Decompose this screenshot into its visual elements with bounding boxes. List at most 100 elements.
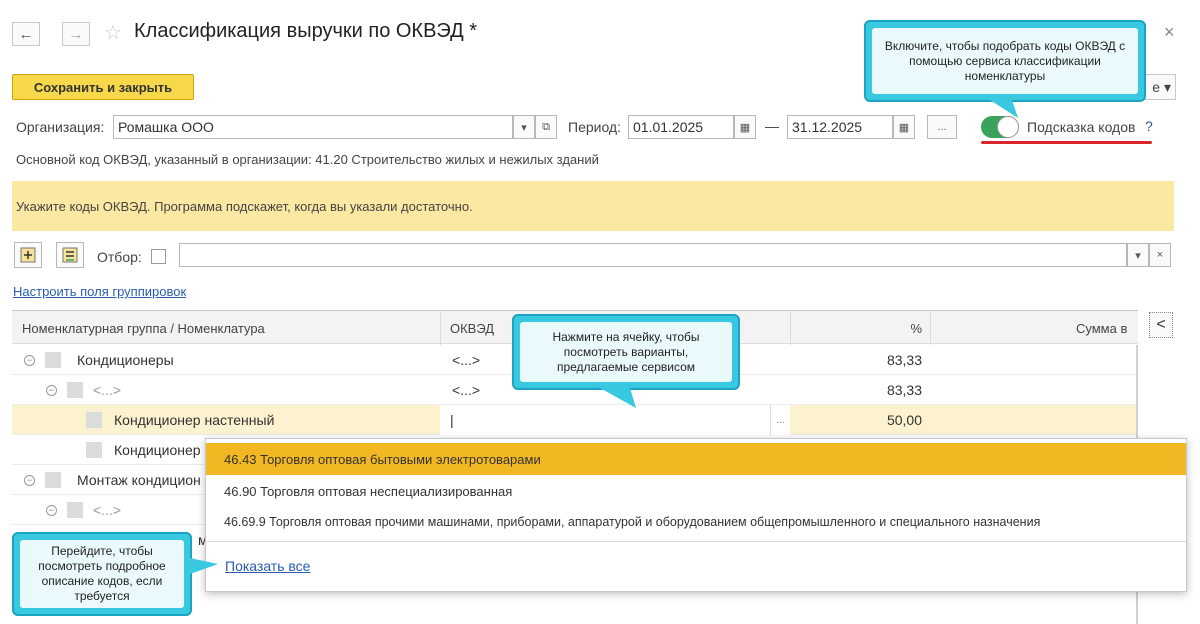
row-name: Кондиционер настенный bbox=[114, 412, 275, 428]
suggestion-item[interactable]: 46.90 Торговля оптовая неспециализирован… bbox=[206, 475, 1186, 507]
clear-icon: × bbox=[1156, 249, 1164, 261]
column-divider bbox=[440, 311, 441, 345]
ellipsis-icon: ... bbox=[776, 414, 785, 426]
row-label: − <...> bbox=[46, 375, 121, 405]
organization-value: Ромашка ООО bbox=[118, 119, 214, 135]
toggle-tooltip: Включите, чтобы подобрать коды ОКВЭД с п… bbox=[864, 20, 1146, 102]
period-dash: — bbox=[765, 118, 779, 134]
link-tooltip-text: Перейдите, чтобы посмотреть подробное оп… bbox=[20, 540, 184, 608]
ellipsis-icon: ... bbox=[937, 121, 947, 133]
arrow-right-icon: → bbox=[68, 25, 84, 43]
collapse-node-icon[interactable]: − bbox=[46, 504, 57, 516]
filter-checkbox[interactable] bbox=[151, 249, 166, 264]
filter-label: Отбор: bbox=[97, 249, 142, 265]
filter-input[interactable] bbox=[179, 243, 1127, 267]
close-icon[interactable]: × bbox=[1164, 22, 1175, 43]
calendar-from-button[interactable]: ▦ bbox=[734, 115, 756, 139]
link-tooltip: Перейдите, чтобы посмотреть подробное оп… bbox=[12, 532, 192, 616]
row-label: − Кондиционеры bbox=[24, 345, 174, 375]
save-and-close-button[interactable]: Сохранить и закрыть bbox=[12, 74, 194, 100]
toggle-red-underline bbox=[981, 141, 1152, 144]
organization-label: Организация: bbox=[16, 119, 105, 135]
toggle-tooltip-text: Включите, чтобы подобрать коды ОКВЭД с п… bbox=[872, 28, 1138, 94]
cell-tooltip: Нажмите на ячейку, чтобы посмотреть вари… bbox=[512, 314, 740, 390]
column-divider bbox=[930, 311, 931, 345]
period-to-field[interactable]: 31.12.2025 bbox=[787, 115, 893, 139]
column-divider bbox=[790, 311, 791, 345]
chevron-down-icon: ▾ bbox=[1135, 249, 1141, 262]
main-okved-text: Основной код ОКВЭД, указанный в организа… bbox=[16, 152, 599, 167]
toggle-tooltip-pointer bbox=[990, 100, 1018, 118]
back-button[interactable]: ← bbox=[12, 22, 40, 46]
row-name: Монтаж кондицион bbox=[77, 472, 201, 488]
page-title: Классификация выручки по ОКВЭД * bbox=[134, 20, 478, 42]
row-label: − Монтаж кондицион bbox=[24, 465, 201, 495]
column-header-okved[interactable]: ОКВЭД bbox=[450, 311, 494, 345]
expand-tree-icon bbox=[20, 247, 36, 263]
row-name: Кондиционер bbox=[114, 442, 201, 458]
chevron-left-icon: < bbox=[1156, 316, 1166, 333]
period-from-value: 01.01.2025 bbox=[633, 119, 704, 135]
dropdown-divider bbox=[206, 541, 1186, 542]
row-name: <...> bbox=[93, 382, 122, 398]
info-banner: Укажите коды ОКВЭД. Программа подскажет,… bbox=[12, 181, 1174, 231]
column-header-sum[interactable]: Сумма в bbox=[1076, 311, 1127, 345]
group-icon bbox=[67, 382, 83, 398]
row-okved[interactable]: <...> bbox=[452, 375, 480, 405]
row-name: <...> bbox=[93, 502, 122, 518]
favorite-star-icon[interactable]: ☆ bbox=[104, 20, 122, 45]
row-label: Кондиционер bbox=[86, 435, 201, 465]
forward-button[interactable]: → bbox=[62, 22, 90, 46]
organization-dropdown-button[interactable]: ▾ bbox=[513, 115, 535, 139]
item-icon bbox=[86, 412, 102, 428]
filter-clear-button[interactable]: × bbox=[1149, 243, 1171, 267]
row-percent: 50,00 bbox=[886, 412, 922, 428]
row-percent: 83,33 bbox=[886, 352, 922, 368]
collapse-all-button[interactable] bbox=[56, 242, 84, 268]
collapse-node-icon[interactable]: − bbox=[24, 354, 35, 366]
row-label: Кондиционер настенный bbox=[86, 405, 274, 435]
group-icon bbox=[45, 472, 61, 488]
period-label: Период: bbox=[568, 119, 621, 135]
chevron-down-icon: ▾ bbox=[521, 121, 527, 134]
collapse-node-icon[interactable]: − bbox=[46, 384, 57, 396]
link-tooltip-pointer bbox=[190, 558, 218, 574]
configure-grouping-link[interactable]: Настроить поля группировок bbox=[13, 284, 186, 299]
period-select-button[interactable]: ... bbox=[927, 115, 957, 139]
group-icon bbox=[45, 352, 61, 368]
calendar-to-button[interactable]: ▦ bbox=[893, 115, 915, 139]
row-percent: 83,33 bbox=[886, 382, 922, 398]
organization-open-button[interactable]: ⧉ bbox=[535, 115, 557, 139]
expand-all-button[interactable] bbox=[14, 242, 42, 268]
row-name: Кондиционеры bbox=[77, 352, 174, 368]
help-icon[interactable]: ? bbox=[1145, 118, 1153, 134]
collapse-tree-icon bbox=[62, 247, 78, 263]
show-all-link[interactable]: Показать все bbox=[225, 558, 310, 574]
table-row-selected[interactable]: Кондиционер настенный | ... 50,00 bbox=[12, 405, 1138, 435]
cell-tooltip-text: Нажмите на ячейку, чтобы посмотреть вари… bbox=[520, 322, 732, 382]
organization-field[interactable]: Ромашка ООО bbox=[113, 115, 513, 139]
calendar-icon: ▦ bbox=[898, 121, 910, 134]
filter-dropdown-button[interactable]: ▾ bbox=[1127, 243, 1149, 267]
text-cursor: | bbox=[450, 412, 454, 428]
okved-suggestions-dropdown: 46.43 Торговля оптовая бытовыми электрот… bbox=[205, 438, 1187, 592]
suggestion-item[interactable]: 46.43 Торговля оптовая бытовыми электрот… bbox=[206, 443, 1186, 475]
code-hint-label: Подсказка кодов bbox=[1027, 119, 1136, 135]
row-label: − <...> bbox=[46, 495, 121, 525]
okved-select-button[interactable]: ... bbox=[770, 405, 790, 435]
cell-tooltip-pointer bbox=[600, 388, 636, 408]
arrow-left-icon: ← bbox=[18, 25, 34, 43]
column-header-percent[interactable]: % bbox=[892, 311, 922, 345]
calendar-icon: ▦ bbox=[739, 121, 751, 134]
info-banner-text: Укажите коды ОКВЭД. Программа подскажет,… bbox=[16, 198, 473, 214]
row-okved[interactable]: <...> bbox=[452, 345, 480, 375]
period-from-field[interactable]: 01.01.2025 bbox=[628, 115, 734, 139]
period-to-value: 31.12.2025 bbox=[792, 119, 863, 135]
suggestion-item[interactable]: 46.69.9 Торговля оптовая прочими машинам… bbox=[206, 506, 1186, 538]
item-icon bbox=[86, 442, 102, 458]
open-window-icon: ⧉ bbox=[542, 120, 550, 133]
group-icon bbox=[67, 502, 83, 518]
collapse-node-icon[interactable]: − bbox=[24, 474, 35, 486]
column-header-nomenclature[interactable]: Номенклатурная группа / Номенклатура bbox=[22, 311, 265, 345]
collapse-panel-button[interactable]: < bbox=[1149, 312, 1173, 338]
